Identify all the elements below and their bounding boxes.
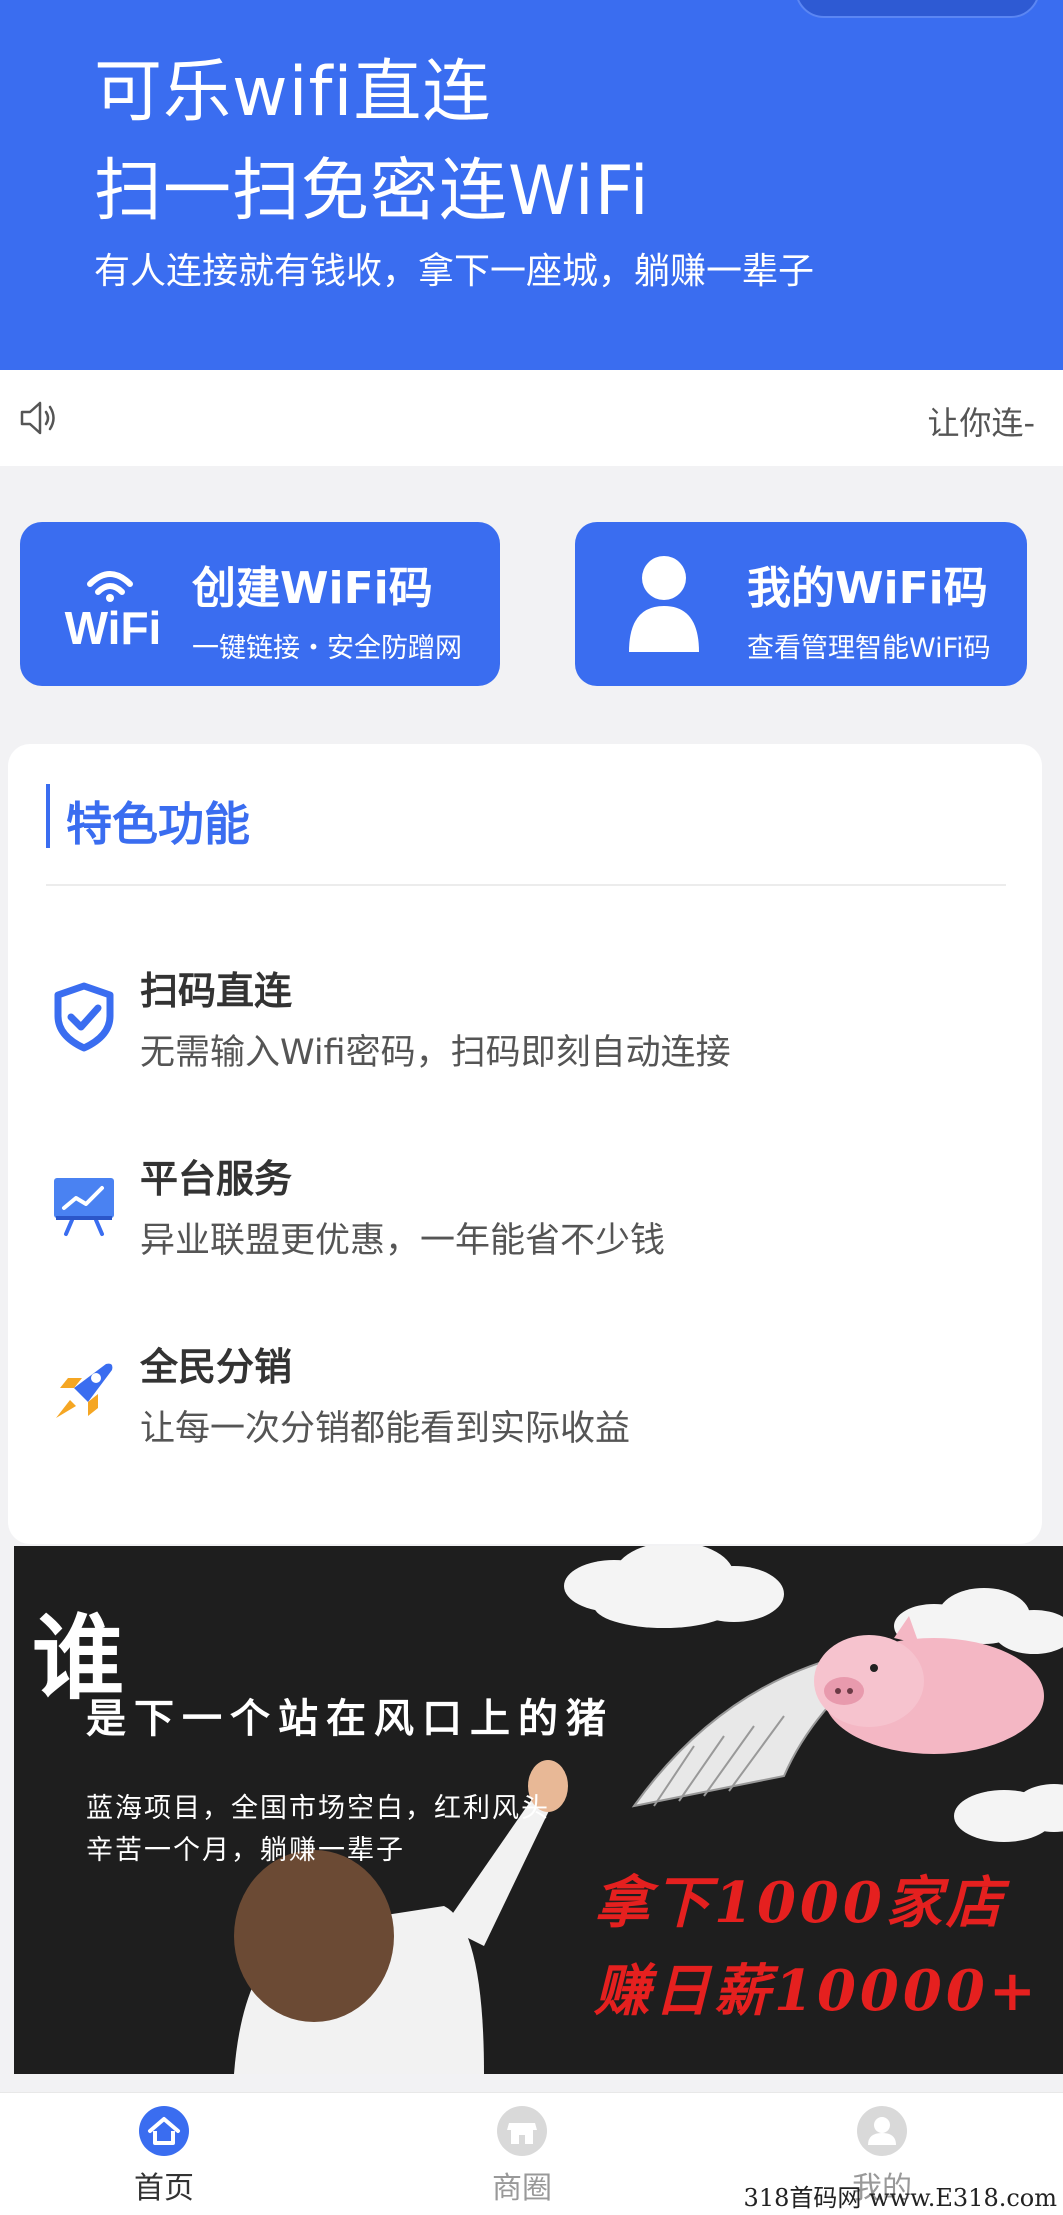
- rocket-icon: [56, 1363, 113, 1418]
- promo-banner[interactable]: 谁 是下一个站在风口上的猪 蓝海项目，全国市场空白，红利风头 辛苦一个月，躺赚一…: [14, 1546, 1063, 2074]
- shield-check-icon: [54, 982, 114, 1052]
- create-wifi-code-title: 创建WiFi码: [192, 563, 433, 614]
- speaker-icon: [20, 401, 55, 435]
- section-accent-bar: [46, 784, 50, 848]
- hero-subtitle: 扫一扫免密连WiFi: [94, 152, 650, 231]
- notice-marquee-text: 让你连-: [927, 404, 1035, 442]
- hero-tagline: 有人连接就有钱收，拿下一座城，躺赚一辈子: [94, 251, 815, 292]
- create-wifi-code-subtitle: 一键链接・安全防蹭网: [192, 633, 462, 664]
- features-card: 特色功能 扫码直连 无需输入Wifi密码，扫码即刻自动连接 平台服务 异业联盟更…: [8, 744, 1042, 1544]
- divider: [46, 884, 1006, 886]
- banner-slogan: 是下一个站在风口上的猪: [86, 1695, 614, 1742]
- banner-text: 蓝海项目，全国市场空白，红利风头: [86, 1793, 550, 1824]
- hero-title: 可乐wifi直连: [94, 53, 492, 132]
- my-wifi-code-button[interactable]: 我的WiFi码 查看管理智能WiFi码: [575, 522, 1027, 686]
- tab-label: 商圈: [492, 2171, 552, 2206]
- my-wifi-code-title: 我的WiFi码: [747, 563, 988, 614]
- banner-text: 辛苦一个月，躺赚一辈子: [86, 1835, 405, 1866]
- shop-icon: [497, 2106, 547, 2156]
- header-capsule[interactable]: [795, 0, 1040, 18]
- feature-item-distribution[interactable]: 全民分销 让每一次分销都能看到实际收益: [8, 1336, 1042, 1466]
- notice-bar[interactable]: 让你连-: [0, 370, 1063, 466]
- feature-item-scan-connect[interactable]: 扫码直连 无需输入Wifi密码，扫码即刻自动连接: [8, 960, 1042, 1090]
- watermark: 318首码网 www.E318.com: [743, 2184, 1057, 2212]
- user-icon: [629, 556, 699, 652]
- feature-desc: 让每一次分销都能看到实际收益: [140, 1409, 631, 1449]
- tab-label: 首页: [134, 2171, 194, 2206]
- hero-header: 可乐wifi直连 扫一扫免密连WiFi 有人连接就有钱收，拿下一座城，躺赚一辈子: [0, 0, 1063, 370]
- banner-highlight: 赚日薪10000+: [594, 1958, 1040, 2024]
- profile-icon: [857, 2106, 907, 2156]
- presentation-board-icon: [54, 1178, 114, 1236]
- svg-text:WiFi: WiFi: [65, 602, 162, 652]
- feature-name: 平台服务: [140, 1157, 293, 1201]
- feature-item-platform-service[interactable]: 平台服务 异业联盟更优惠，一年能省不少钱: [8, 1148, 1042, 1278]
- feature-desc: 无需输入Wifi密码，扫码即刻自动连接: [140, 1033, 731, 1073]
- banner-highlight: 拿下1000家店: [594, 1870, 1006, 1936]
- feature-name: 全民分销: [140, 1345, 293, 1389]
- tab-shop[interactable]: 商圈: [442, 2105, 602, 2215]
- wifi-icon: WiFi: [65, 571, 162, 652]
- features-title: 特色功能: [66, 797, 250, 851]
- feature-desc: 异业联盟更优惠，一年能省不少钱: [140, 1221, 666, 1261]
- home-icon: [139, 2106, 189, 2156]
- create-wifi-code-button[interactable]: WiFi 创建WiFi码 一键链接・安全防蹭网: [20, 522, 500, 686]
- my-wifi-code-subtitle: 查看管理智能WiFi码: [747, 633, 991, 664]
- feature-name: 扫码直连: [140, 969, 293, 1013]
- tab-home[interactable]: 首页: [84, 2105, 244, 2215]
